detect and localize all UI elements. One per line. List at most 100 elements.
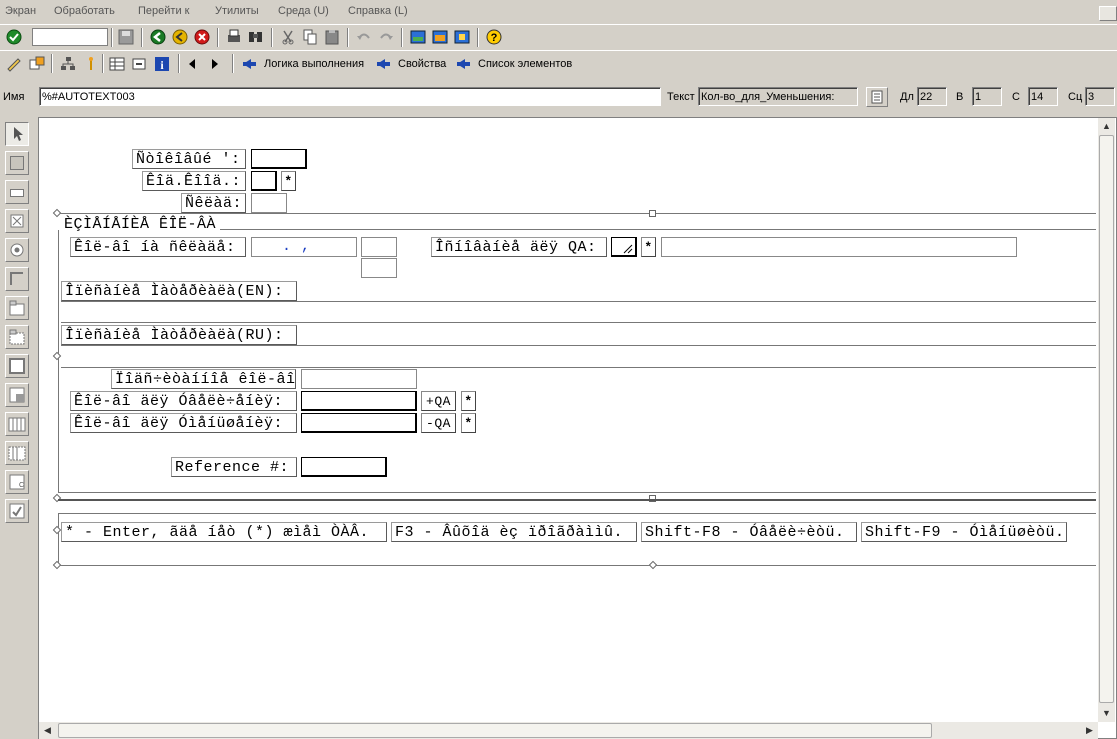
increase-qty-label[interactable]: Êîë-âî äëÿ Óâåëè÷åíèÿ: (70, 391, 297, 411)
menu-utilities[interactable]: Утилиты (215, 5, 259, 17)
hint-f3[interactable]: F3 - Âûõîä èç ïðîãðàììû. (391, 522, 637, 542)
qa-reason-input[interactable] (611, 237, 637, 257)
horizontal-scroll-thumb[interactable] (58, 723, 932, 738)
radio-button-tool-icon[interactable] (5, 238, 29, 262)
next-arrow-icon[interactable] (212, 59, 218, 69)
input-field-tool-icon[interactable] (5, 180, 29, 204)
redo-icon[interactable] (377, 28, 395, 46)
pointer-tool-icon[interactable] (5, 122, 29, 146)
status-icon-tool-icon[interactable] (5, 499, 29, 523)
checkbox-tool-icon[interactable] (5, 209, 29, 233)
increase-qty-input[interactable] (301, 391, 417, 411)
decrease-qty-label[interactable]: Êîë-âî äëÿ Óìåíüøåíèÿ: (70, 413, 297, 433)
tabstrip-tool-icon[interactable] (5, 296, 29, 320)
qa-reason-label[interactable]: Îñíîâàíèå äëÿ QA: (431, 237, 607, 257)
uom-output[interactable] (361, 237, 397, 257)
back-icon[interactable] (149, 28, 167, 46)
exit-icon[interactable] (171, 28, 189, 46)
text-field[interactable]: Кол-во_для_Уменьшения: (698, 87, 858, 106)
qa-reason-text-output[interactable] (661, 237, 1017, 257)
help-icon[interactable]: ? (485, 28, 503, 46)
enter-check-icon[interactable] (5, 28, 23, 46)
undo-icon[interactable] (355, 28, 373, 46)
sc-field[interactable]: 3 (1085, 87, 1115, 106)
description-en-label[interactable]: Îïèñàíèå Ìàòåðèàëà(EN): (61, 281, 297, 301)
stock-qty-label[interactable]: Êîë-âî íà ñêëàäå: (70, 237, 246, 257)
warehouse-input[interactable] (251, 149, 307, 169)
layout-icon[interactable] (409, 28, 427, 46)
scroll-up-arrow-icon[interactable]: ▲ (1098, 118, 1115, 135)
counted-qty-label[interactable]: Ïîäñ÷èòàííîå êîë-âî: (111, 369, 296, 389)
group-title[interactable]: ÈÇÌÅÍÅÍÈÅ ÊÎË-ÂÀ (64, 217, 221, 233)
menu-scroll-button[interactable] (1099, 6, 1117, 21)
text-field-tool-icon[interactable] (5, 151, 29, 175)
warehouse-label[interactable]: Ñòîêîâûé ': (132, 149, 246, 169)
length-field[interactable]: 22 (917, 87, 947, 106)
menu-environment[interactable]: Среда (U) (278, 5, 329, 17)
hint-shift-f9[interactable]: Shift-F9 - Óìåíüøèòü. (861, 522, 1067, 542)
cell-input[interactable] (251, 171, 277, 191)
text-dictionary-icon[interactable] (866, 87, 888, 107)
move-icon[interactable] (130, 55, 148, 73)
uom-output-2[interactable] (361, 258, 397, 278)
pin-icon[interactable] (82, 55, 100, 73)
save-icon[interactable] (117, 28, 135, 46)
plus-qa-button[interactable]: +QA (421, 391, 456, 411)
counted-qty-output[interactable] (301, 369, 417, 389)
name-field[interactable]: %#AUTOTEXT003 (39, 87, 661, 106)
table-wizard-tool-icon[interactable] (5, 441, 29, 465)
scroll-down-arrow-icon[interactable]: ▼ (1098, 705, 1115, 722)
stock-qty-output[interactable]: . , (251, 237, 357, 257)
group-handle-top[interactable] (649, 210, 656, 217)
flow-logic-button[interactable]: Логика выполнения (264, 58, 364, 70)
menu-help[interactable]: Справка (L) (348, 5, 408, 17)
vertical-scroll-thumb[interactable] (1099, 135, 1114, 703)
qa-reason-star-marker[interactable]: * (641, 237, 656, 257)
cut-icon[interactable] (279, 28, 297, 46)
reference-label[interactable]: Reference #: (171, 457, 297, 477)
cell-label[interactable]: Êîä.Êîîä.: (142, 171, 246, 191)
increase-star-marker[interactable]: * (461, 391, 476, 411)
tabstrip-wizard-tool-icon[interactable] (5, 325, 29, 349)
box-tool-icon[interactable] (5, 354, 29, 378)
hierarchy-icon[interactable] (59, 55, 77, 73)
column-field[interactable]: 14 (1028, 87, 1058, 106)
command-field[interactable] (32, 28, 108, 46)
horizontal-scrollbar[interactable]: ◀ ▶ (39, 722, 1098, 739)
subscreen-tool-icon[interactable] (5, 383, 29, 407)
toggle-mode-icon[interactable] (28, 55, 46, 73)
decrease-qty-input[interactable] (301, 413, 417, 433)
window-icon[interactable] (431, 28, 449, 46)
properties-button[interactable]: Свойства (398, 58, 446, 70)
menu-goto[interactable]: Перейти к (138, 5, 189, 17)
vertical-scrollbar[interactable]: ▲ ▼ (1098, 118, 1115, 722)
line-field[interactable]: 1 (972, 87, 1002, 106)
push-button-tool-icon[interactable] (5, 267, 29, 291)
menu-edit[interactable]: Обработать (54, 5, 115, 17)
settings-icon[interactable] (453, 28, 471, 46)
minus-qa-button[interactable]: -QA (421, 413, 456, 433)
paste-icon[interactable] (323, 28, 341, 46)
table-icon[interactable] (108, 55, 126, 73)
scroll-left-arrow-icon[interactable]: ◀ (39, 722, 56, 739)
hint-shift-f8[interactable]: Shift-F8 - Óâåëè÷èòü. (641, 522, 857, 542)
previous-arrow-icon[interactable] (189, 59, 195, 69)
cancel-icon[interactable] (193, 28, 211, 46)
reference-input[interactable] (301, 457, 387, 477)
menu-screen[interactable]: Экран (5, 5, 36, 17)
table-control-tool-icon[interactable] (5, 412, 29, 436)
scroll-right-arrow-icon[interactable]: ▶ (1081, 722, 1098, 739)
custom-control-tool-icon[interactable]: C (5, 470, 29, 494)
cell-star-marker[interactable]: * (281, 171, 296, 191)
copy-icon[interactable] (301, 28, 319, 46)
decrease-star-marker[interactable]: * (461, 413, 476, 433)
store-output[interactable] (251, 193, 287, 213)
print-icon[interactable] (225, 28, 243, 46)
hint-enter[interactable]: * - Enter, ãäå íåò (*) æìåì ÒÀÂ. (61, 522, 387, 542)
element-list-button[interactable]: Список элементов (478, 58, 572, 70)
edit-pencil-icon[interactable] (5, 55, 23, 73)
find-icon[interactable] (247, 28, 265, 46)
store-label[interactable]: Ñêëàä: (181, 193, 246, 213)
description-ru-label[interactable]: Îïèñàíèå Ìàòåðèàëà(RU): (61, 325, 297, 345)
info-icon[interactable]: i (153, 55, 171, 73)
